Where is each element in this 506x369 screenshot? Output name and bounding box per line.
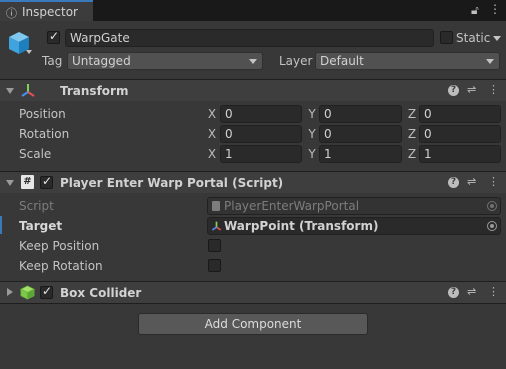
divider (0, 303, 506, 304)
component-title: Box Collider (60, 286, 142, 300)
context-menu-icon[interactable]: ⋮ (488, 284, 499, 300)
target-label: Target (19, 219, 63, 233)
menu-icon[interactable]: ⋮ (489, 2, 501, 16)
keep-rotation-checkbox[interactable] (208, 259, 221, 272)
help-icon[interactable]: ? (448, 177, 459, 188)
y-axis-label[interactable]: Y (307, 106, 317, 122)
icon-dropdown-arrow[interactable] (26, 50, 32, 54)
chevron-down-icon (249, 59, 257, 64)
layer-label: Layer (279, 54, 313, 68)
static-checkbox[interactable] (440, 31, 453, 44)
z-axis-label[interactable]: Z (407, 146, 417, 162)
position-label: Position (19, 107, 66, 121)
position-y-field[interactable]: 0 (319, 105, 402, 123)
tag-label: Tag (42, 54, 63, 68)
scale-y-field[interactable]: 1 (319, 145, 402, 163)
context-menu-icon[interactable]: ⋮ (488, 174, 499, 190)
rotation-z-field[interactable]: 0 (419, 125, 501, 143)
z-axis-label[interactable]: Z (407, 106, 417, 122)
script-label: Script (19, 199, 54, 213)
static-label[interactable]: Static (456, 30, 490, 46)
presets-icon[interactable]: ⇌ (467, 284, 476, 300)
foldout-arrow[interactable] (6, 180, 14, 186)
tab-inspector[interactable]: ⓘ Inspector (0, 0, 93, 21)
active-checkbox[interactable] (47, 29, 60, 44)
script-icon: # (21, 175, 34, 189)
position-x-field[interactable]: 0 (220, 105, 302, 123)
script-enabled-checkbox[interactable] (40, 174, 53, 189)
help-icon[interactable]: ? (448, 287, 459, 298)
info-icon: ⓘ (6, 7, 17, 20)
target-object-field[interactable]: WarpPoint (Transform) (207, 217, 501, 235)
layer-dropdown[interactable]: Default (315, 52, 500, 70)
layer-value: Default (320, 54, 364, 68)
add-component-button[interactable]: Add Component (138, 313, 368, 335)
x-axis-label[interactable]: X (207, 126, 217, 142)
script-field: PlayerEnterWarpPortal (207, 197, 501, 215)
box-collider-header[interactable]: Box Collider ? ⇌ ⋮ (0, 281, 506, 303)
chevron-down-icon (486, 59, 494, 64)
help-icon[interactable]: ? (448, 85, 459, 96)
context-menu-icon[interactable]: ⋮ (488, 82, 499, 98)
script-value: PlayerEnterWarpPortal (224, 199, 360, 213)
foldout-arrow[interactable] (6, 88, 14, 94)
box-collider-enabled-checkbox[interactable] (40, 284, 53, 299)
scale-label: Scale (19, 147, 52, 161)
transform-icon (21, 84, 35, 97)
tab-label: Inspector (22, 5, 78, 19)
object-picker-icon[interactable] (487, 221, 497, 231)
rotation-x-field[interactable]: 0 (220, 125, 302, 143)
component-title: Player Enter Warp Portal (Script) (60, 176, 284, 190)
script-component-header[interactable]: # Player Enter Warp Portal (Script) ? ⇌ … (0, 171, 506, 193)
tag-dropdown[interactable]: Untagged (67, 52, 263, 70)
keep-position-checkbox[interactable] (208, 239, 221, 252)
z-axis-label[interactable]: Z (407, 126, 417, 142)
scale-x-field[interactable]: 1 (220, 145, 302, 163)
presets-icon[interactable]: ⇌ (467, 82, 476, 98)
rotation-y-field[interactable]: 0 (319, 125, 402, 143)
tag-value: Untagged (72, 54, 131, 68)
object-picker-icon (487, 201, 497, 211)
foldout-arrow[interactable] (7, 288, 13, 296)
rotation-label: Rotation (19, 127, 70, 141)
y-axis-label[interactable]: Y (307, 126, 317, 142)
transform-header[interactable]: Transform ? ⇌ ⋮ (0, 79, 506, 101)
box-collider-icon (20, 285, 35, 300)
scale-z-field[interactable]: 1 (419, 145, 501, 163)
script-file-icon (212, 201, 220, 211)
prefab-override-marker (0, 216, 2, 234)
keep-position-label: Keep Position (19, 239, 100, 253)
x-axis-label[interactable]: X (207, 106, 217, 122)
lock-icon[interactable]: 🔓︎ (471, 3, 479, 18)
presets-icon[interactable]: ⇌ (467, 174, 476, 190)
keep-rotation-label: Keep Rotation (19, 259, 103, 273)
target-value: WarpPoint (Transform) (224, 219, 379, 233)
position-z-field[interactable]: 0 (419, 105, 501, 123)
transform-icon (211, 221, 222, 231)
static-dropdown-arrow[interactable] (493, 36, 501, 41)
name-field[interactable]: WarpGate (65, 29, 434, 47)
x-axis-label[interactable]: X (207, 146, 217, 162)
component-title: Transform (60, 84, 129, 98)
y-axis-label[interactable]: Y (307, 146, 317, 162)
